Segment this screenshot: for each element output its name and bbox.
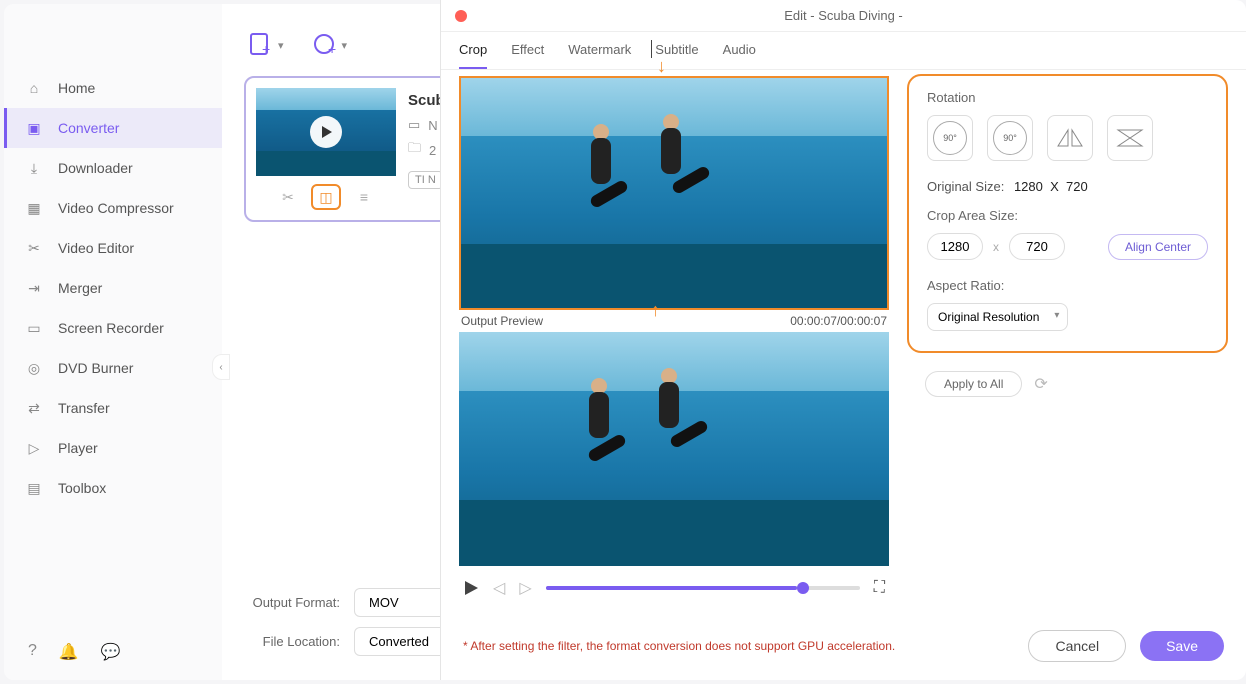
output-preview: [459, 332, 889, 566]
sidebar-item-toolbox[interactable]: ▤ Toolbox: [4, 468, 222, 508]
sidebar-item-downloader[interactable]: ⤓ Downloader: [4, 148, 222, 188]
thumb-tools: ✂ ◫ ≡: [273, 184, 379, 210]
merge-icon: ⇥: [24, 278, 44, 298]
flip-horizontal-button[interactable]: [1047, 115, 1093, 161]
svg-text:+: +: [328, 41, 336, 57]
sidebar-item-label: Converter: [58, 120, 119, 136]
film-icon: ▭: [408, 117, 420, 133]
trim-tool[interactable]: ✂: [273, 184, 303, 210]
sidebar-item-dvd[interactable]: ◎ DVD Burner: [4, 348, 222, 388]
video-thumbnail[interactable]: [256, 88, 396, 176]
arrow-up-icon: ↑: [651, 300, 660, 321]
cancel-button[interactable]: Cancel: [1028, 630, 1126, 662]
format-badge[interactable]: TI N: [408, 171, 443, 189]
folder-icon: 🗀: [408, 139, 421, 161]
tab-crop[interactable]: Crop: [459, 42, 487, 69]
compress-icon: ▦: [24, 198, 44, 218]
tab-effect[interactable]: Effect: [511, 42, 544, 69]
fullscreen-icon[interactable]: ⛶: [874, 579, 885, 597]
rotate-cw-button[interactable]: 90°: [987, 115, 1033, 161]
flip-vertical-button[interactable]: [1107, 115, 1153, 161]
download-icon: ⤓: [24, 158, 44, 178]
aspect-ratio-select[interactable]: Original Resolution: [927, 303, 1068, 331]
output-preview-label: Output Preview: [461, 314, 543, 328]
original-size-label: Original Size:: [927, 179, 1004, 194]
preview-column: ↑ Output Preview 00:00:07/00:00:07 ◁ ▷ ⛶: [459, 70, 889, 618]
sidebar-collapse[interactable]: ‹: [212, 354, 230, 380]
player-icon: ▷: [24, 438, 44, 458]
next-frame-button[interactable]: ▷: [519, 578, 531, 598]
text-caret: [651, 40, 652, 58]
prev-frame-button[interactable]: ◁: [493, 578, 505, 598]
edit-tabs: Crop Effect Watermark Subtitle Audio ↓: [441, 32, 1246, 70]
play-icon[interactable]: [310, 116, 342, 148]
sidebar-item-player[interactable]: ▷ Player: [4, 428, 222, 468]
bell-icon[interactable]: 🔔: [59, 642, 79, 662]
sidebar-item-merger[interactable]: ⇥ Merger: [4, 268, 222, 308]
crop-width-input[interactable]: 1280: [927, 233, 983, 260]
edit-window: Edit - Scuba Diving - Crop Effect Waterm…: [440, 0, 1246, 680]
sidebar-item-label: DVD Burner: [58, 360, 133, 376]
toolbox-icon: ▤: [24, 478, 44, 498]
sidebar-item-converter[interactable]: ▣ Converter: [4, 108, 222, 148]
gpu-warning: * After setting the filter, the format c…: [463, 639, 895, 653]
sidebar-item-recorder[interactable]: ▭ Screen Recorder: [4, 308, 222, 348]
sidebar-item-home[interactable]: ⌂ Home: [4, 68, 222, 108]
output-format-label: Output Format:: [244, 595, 340, 610]
converter-icon: ▣: [24, 118, 44, 138]
help-icon[interactable]: ?: [28, 642, 37, 662]
seek-bar[interactable]: [546, 586, 860, 590]
svg-text:+: +: [262, 41, 270, 57]
aspect-ratio-label: Aspect Ratio:: [927, 278, 1208, 293]
refresh-icon[interactable]: ⟳: [1034, 374, 1047, 394]
recorder-icon: ▭: [24, 318, 44, 338]
close-icon[interactable]: [455, 10, 467, 22]
play-button[interactable]: [463, 580, 479, 596]
sidebar-item-editor[interactable]: ✂ Video Editor: [4, 228, 222, 268]
sidebar-item-label: Screen Recorder: [58, 320, 164, 336]
sidebar-footer: ? 🔔 💬: [4, 624, 222, 680]
crop-frame[interactable]: [459, 76, 889, 310]
save-button[interactable]: Save: [1140, 631, 1224, 661]
tab-audio[interactable]: Audio: [723, 42, 756, 69]
rotation-panel: Rotation 90° 90° Original Size: 1280 X 7…: [907, 74, 1228, 353]
rotation-label: Rotation: [927, 90, 1208, 105]
sidebar-item-compressor[interactable]: ▦ Video Compressor: [4, 188, 222, 228]
x-separator: x: [993, 240, 999, 254]
transfer-icon: ⇄: [24, 398, 44, 418]
arrow-down-icon: ↓: [657, 56, 666, 77]
edit-window-title: Edit - Scuba Diving -: [784, 8, 903, 23]
sidebar-item-label: Transfer: [58, 400, 110, 416]
sidebar-item-label: Player: [58, 440, 98, 456]
crop-tool[interactable]: ◫: [311, 184, 341, 210]
chat-icon[interactable]: 💬: [101, 642, 121, 662]
sidebar: ⌂ Home ▣ Converter ⤓ Downloader ▦ Video …: [4, 4, 222, 680]
settings-tool[interactable]: ≡: [349, 184, 379, 210]
sidebar-item-label: Downloader: [58, 160, 133, 176]
align-center-button[interactable]: Align Center: [1108, 234, 1208, 260]
tab-watermark[interactable]: Watermark: [568, 42, 631, 69]
home-icon: ⌂: [24, 78, 44, 98]
crop-height-input[interactable]: 720: [1009, 233, 1065, 260]
sidebar-item-transfer[interactable]: ⇄ Transfer: [4, 388, 222, 428]
sidebar-item-label: Merger: [58, 280, 102, 296]
video-controls: ◁ ▷ ⛶: [459, 566, 889, 610]
edit-footer: * After setting the filter, the format c…: [441, 618, 1246, 680]
add-url-button[interactable]: + ▾: [312, 32, 348, 58]
sidebar-item-label: Home: [58, 80, 95, 96]
add-file-button[interactable]: + ▾: [248, 32, 284, 58]
sidebar-item-label: Video Editor: [58, 240, 134, 256]
dvd-icon: ◎: [24, 358, 44, 378]
crop-area-label: Crop Area Size:: [927, 208, 1208, 223]
time-display: 00:00:07/00:00:07: [790, 314, 887, 328]
sidebar-item-label: Video Compressor: [58, 200, 174, 216]
file-location-label: File Location:: [244, 634, 340, 649]
settings-column: Rotation 90° 90° Original Size: 1280 X 7…: [907, 70, 1228, 618]
edit-titlebar: Edit - Scuba Diving -: [441, 0, 1246, 32]
rotate-ccw-button[interactable]: 90°: [927, 115, 973, 161]
scissors-icon: ✂: [24, 238, 44, 258]
sidebar-item-label: Toolbox: [58, 480, 106, 496]
apply-all-button[interactable]: Apply to All: [925, 371, 1022, 397]
